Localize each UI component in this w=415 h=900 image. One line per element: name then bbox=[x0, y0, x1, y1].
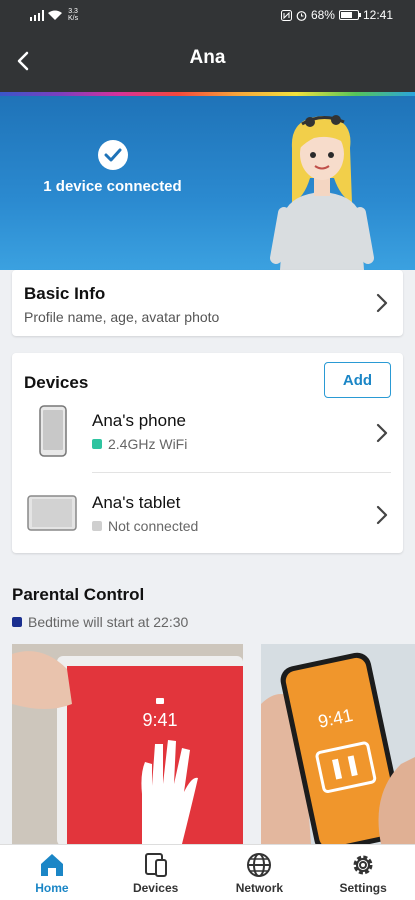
battery-icon bbox=[338, 10, 361, 20]
phone-card-image[interactable]: 9:41 bbox=[261, 644, 415, 844]
tablet-icon bbox=[27, 495, 77, 531]
device-name: Ana's tablet bbox=[92, 493, 181, 512]
app-header: Ana bbox=[0, 30, 415, 92]
devices-title: Devices bbox=[24, 373, 89, 392]
bottom-nav: Home Devices Network Settings bbox=[0, 844, 415, 900]
chevron-right-icon bbox=[376, 423, 388, 443]
device-status: Not connected bbox=[92, 518, 198, 534]
device-status: 2.4GHz WiFi bbox=[92, 436, 187, 452]
divider bbox=[92, 472, 391, 473]
bedtime-card-image[interactable]: 9:41 bbox=[12, 644, 243, 844]
status-dot bbox=[92, 521, 102, 531]
device-row-phone[interactable]: Ana's phone 2.4GHz WiFi bbox=[12, 393, 403, 473]
avatar-illustration bbox=[270, 115, 374, 270]
basic-info-title: Basic Info bbox=[24, 284, 106, 303]
devices-card: Devices Add Ana's phone 2.4GHz WiFi Ana'… bbox=[12, 353, 403, 553]
home-icon bbox=[40, 854, 63, 876]
tablet-lock-illustration: 9:41 bbox=[12, 644, 243, 844]
battery-percent: 68% bbox=[310, 8, 335, 22]
basic-info-subtitle: Profile name, age, avatar photo bbox=[24, 309, 220, 325]
connection-status: 1 device connected bbox=[43, 178, 182, 195]
status-dot bbox=[92, 439, 102, 449]
nfc-icon bbox=[280, 9, 292, 21]
devices-icon bbox=[144, 853, 167, 877]
card-time: 9:41 bbox=[142, 710, 177, 730]
chevron-right-icon bbox=[376, 293, 388, 313]
device-name: Ana's phone bbox=[92, 411, 186, 430]
nav-settings[interactable]: Settings bbox=[311, 845, 415, 900]
gear-icon bbox=[353, 855, 373, 875]
alarm-icon bbox=[296, 10, 307, 21]
wifi-icon bbox=[48, 10, 62, 20]
bedtime-dot bbox=[12, 617, 22, 627]
globe-icon bbox=[247, 853, 272, 877]
clock: 12:41 bbox=[362, 8, 393, 22]
profile-hero: 1 device connected bbox=[0, 96, 415, 270]
bedtime-status: Bedtime will start at 22:30 bbox=[12, 614, 188, 630]
device-row-tablet[interactable]: Ana's tablet Not connected bbox=[12, 475, 403, 555]
nav-home[interactable]: Home bbox=[0, 845, 104, 900]
phone-lock-illustration: 9:41 bbox=[261, 644, 415, 844]
status-bar: 3.3 K/s 68% 12:41 bbox=[0, 0, 415, 30]
basic-info-card[interactable]: Basic Info Profile name, age, avatar pho… bbox=[12, 270, 403, 336]
chevron-right-icon bbox=[376, 505, 388, 525]
page-title: Ana bbox=[189, 47, 226, 68]
phone-icon bbox=[39, 405, 67, 457]
nav-network[interactable]: Network bbox=[208, 845, 312, 900]
check-icon bbox=[98, 140, 128, 170]
network-speed: 3.3 K/s bbox=[68, 8, 79, 22]
nav-devices[interactable]: Devices bbox=[104, 845, 208, 900]
cellular-signal-icon bbox=[30, 9, 44, 21]
parental-control-title: Parental Control bbox=[12, 585, 145, 604]
